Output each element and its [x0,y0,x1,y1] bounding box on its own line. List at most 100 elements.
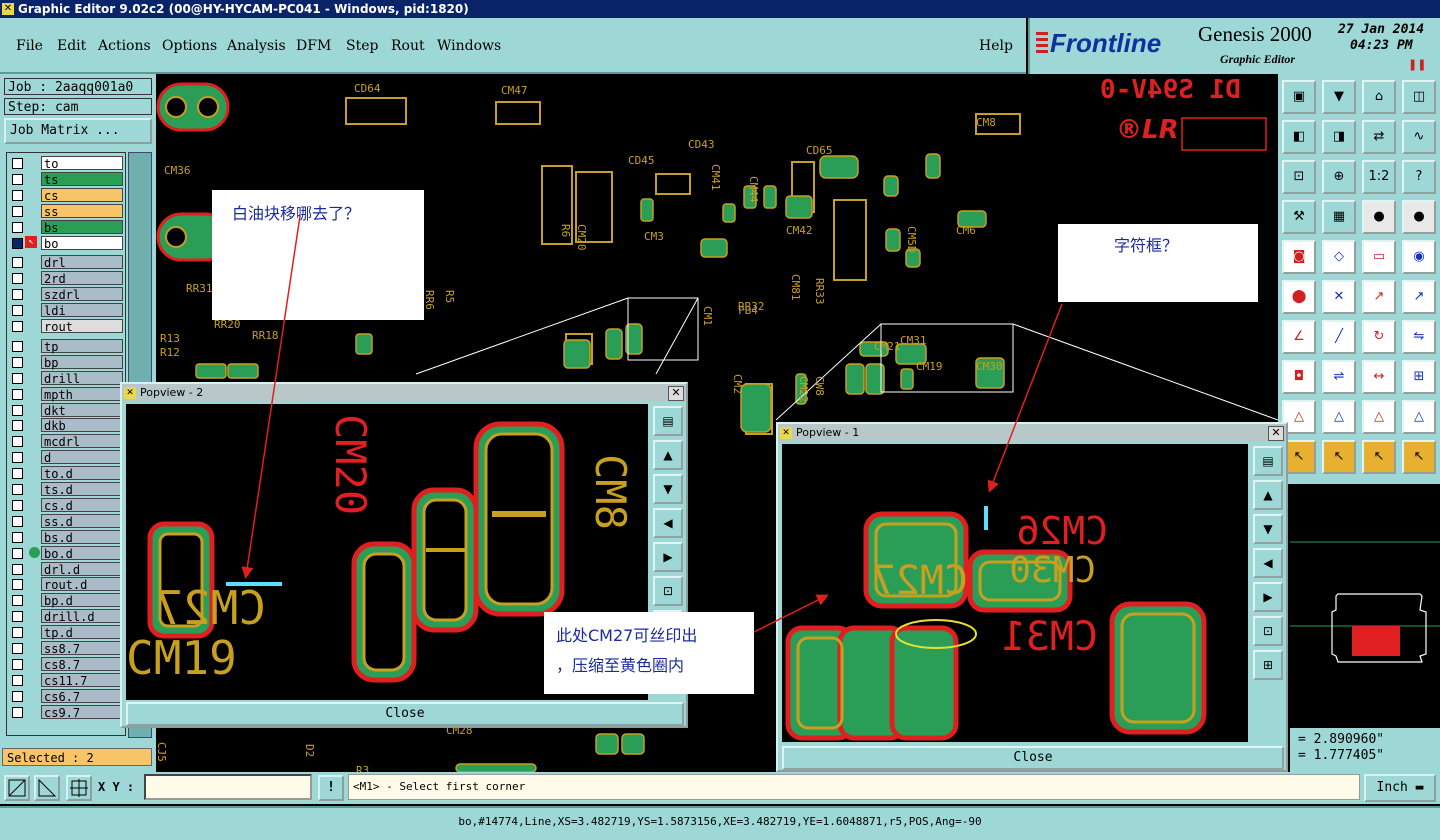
rotate-icon[interactable]: ↻ [1362,320,1396,354]
help-icon[interactable]: ? [1402,160,1436,194]
swap-icon[interactable]: ⇄ [1362,120,1396,154]
menu-help[interactable]: Help [979,38,1013,54]
pan-down-icon[interactable]: ▼ [653,474,683,504]
layer-row-szdrl[interactable]: szdrl [9,287,125,302]
layer-red-icon[interactable]: ● [1362,200,1396,234]
snap-grid-button[interactable] [66,775,92,801]
popview-1-titlebar[interactable]: ✕ Popview - 1 [778,424,1286,442]
layer-checkbox[interactable] [12,706,23,718]
layer-checkbox[interactable] [12,356,23,368]
popview-2-close-icon[interactable]: ✕ [668,386,684,401]
ruler-icon[interactable]: ▭ [1362,240,1396,274]
swap-line-icon[interactable]: ⇌ [1322,360,1356,394]
layer-row-ss8-7[interactable]: ss8.7 [9,641,125,656]
line-icon[interactable]: ╱ [1322,320,1356,354]
select-point-icon[interactable]: ↖ [1362,440,1396,474]
menu-windows[interactable]: Windows [437,38,501,54]
layer-checkbox[interactable] [12,420,23,432]
layer-red-2-icon[interactable]: ● [1402,200,1436,234]
layer-checkbox[interactable] [12,643,23,654]
xy-input[interactable] [144,774,312,800]
layer-checkbox[interactable] [12,321,23,332]
view-down-icon[interactable]: ▼ [1322,80,1356,114]
layer-checkbox[interactable] [12,627,23,639]
layer-row-mpth[interactable]: mpth [9,386,125,402]
menu-step[interactable]: Step [346,38,378,54]
menu-file[interactable]: File [16,38,43,54]
layer-checkbox[interactable] [12,257,23,269]
popview-1-window[interactable]: ✕ Popview - 1 ✕ CM26 CM27 CM30 CM31 ▤ ▲ ▼ ◀ ▶… [776,422,1288,772]
layer-row-cs-d[interactable]: cs.d [9,497,125,513]
triangle-3-icon[interactable]: △ [1362,400,1396,434]
layer-row-drl[interactable]: drl [9,255,125,270]
layer-row-ss[interactable]: ss [9,203,125,219]
view-top-icon[interactable]: ▣ [1282,80,1316,114]
zoom-fit-icon[interactable]: ⊡ [653,576,683,606]
layer-checkbox[interactable] [12,221,23,233]
layer-row-tp[interactable]: tp [9,338,125,354]
layer-checkbox[interactable] [12,595,23,607]
triangle-4-icon[interactable]: △ [1402,400,1436,434]
edit-shape-icon[interactable]: ◇ [1322,240,1356,274]
triangle-2-icon[interactable]: △ [1322,400,1356,434]
layer-row-drl-d[interactable]: drl.d [9,561,125,577]
select-net-icon[interactable]: ↖ [1402,440,1436,474]
pause-icon[interactable]: ❚❚ [1408,58,1426,71]
layer-checkbox[interactable] [12,611,23,623]
popview-options-icon[interactable]: ▤ [653,406,683,436]
popview-2-titlebar[interactable]: ✕ Popview - 2 [122,384,686,402]
layer-row-to[interactable]: to [9,156,125,171]
zoom-in-icon[interactable]: ⊕ [1322,160,1356,194]
layer-row-rout-d[interactable]: rout.d [9,577,125,592]
menu-edit[interactable]: Edit [57,38,86,54]
menu-dfm[interactable]: DFM [296,38,331,54]
mirror-icon[interactable]: ⇋ [1402,320,1436,354]
layer-row-drill-d[interactable]: drill.d [9,609,125,624]
layer-checkbox[interactable] [12,158,23,169]
popview-1-close-icon[interactable]: ✕ [1268,426,1284,441]
layer-checkbox[interactable] [12,273,23,285]
layer-row-drill[interactable]: drill [9,370,125,386]
overview-panel[interactable] [1290,484,1440,728]
menu-rout[interactable]: Rout [391,38,425,54]
layer-row-ldi[interactable]: ldi [9,303,125,318]
measure-button[interactable] [34,775,60,801]
layer-checkbox[interactable] [12,563,23,575]
zoom-area-button[interactable] [4,775,30,801]
popview-2-close-button[interactable]: Close [126,702,684,726]
pan-right-icon[interactable]: ▶ [653,542,683,572]
popview-options-icon[interactable]: ▤ [1253,446,1283,476]
pad-icon[interactable]: ◘ [1282,360,1316,394]
layer-row-ts[interactable]: ts [9,171,125,187]
layer-checkbox[interactable] [12,690,23,702]
wave-icon[interactable]: ∿ [1402,120,1436,154]
job-matrix-button[interactable]: Job Matrix ... [4,118,152,144]
layer-checkbox[interactable] [12,452,23,464]
popview-1-canvas[interactable]: CM26 CM27 CM30 CM31 [782,444,1248,742]
pan-left-icon[interactable]: ◀ [1253,548,1283,578]
layer-row-d[interactable]: d [9,450,125,465]
target-icon[interactable]: ◉ [1402,240,1436,274]
group-icon[interactable]: ⊞ [1402,360,1436,394]
popview-1-close-button[interactable]: Close [782,746,1284,770]
pan-up-icon[interactable]: ▲ [653,440,683,470]
layer-row-cs8-7[interactable]: cs8.7 [9,656,125,672]
layer-checkbox[interactable] [12,388,23,400]
zoom-extent-icon[interactable]: ⊞ [1253,650,1283,680]
layer-row-2rd[interactable]: 2rd [9,271,125,286]
pan-left-icon[interactable]: ◧ [1282,120,1316,154]
layer-checkbox[interactable] [12,531,23,543]
layer-checkbox[interactable] [12,436,23,448]
window-icon[interactable]: ◫ [1402,80,1436,114]
zoom-fit-icon[interactable]: ⊡ [1282,160,1316,194]
layer-checkbox[interactable] [12,305,23,317]
layer-checkbox[interactable] [12,289,23,301]
layer-row-bp[interactable]: bp [9,354,125,370]
layer-checkbox[interactable] [12,340,23,352]
layer-row-dkb[interactable]: dkb [9,418,125,433]
layer-checkbox[interactable] [12,579,23,591]
pan-down-icon[interactable]: ▼ [1253,514,1283,544]
layer-checkbox[interactable] [12,658,23,670]
layer-row-bo-d[interactable]: bo.d [9,545,125,561]
layer-checkbox[interactable] [12,205,23,217]
